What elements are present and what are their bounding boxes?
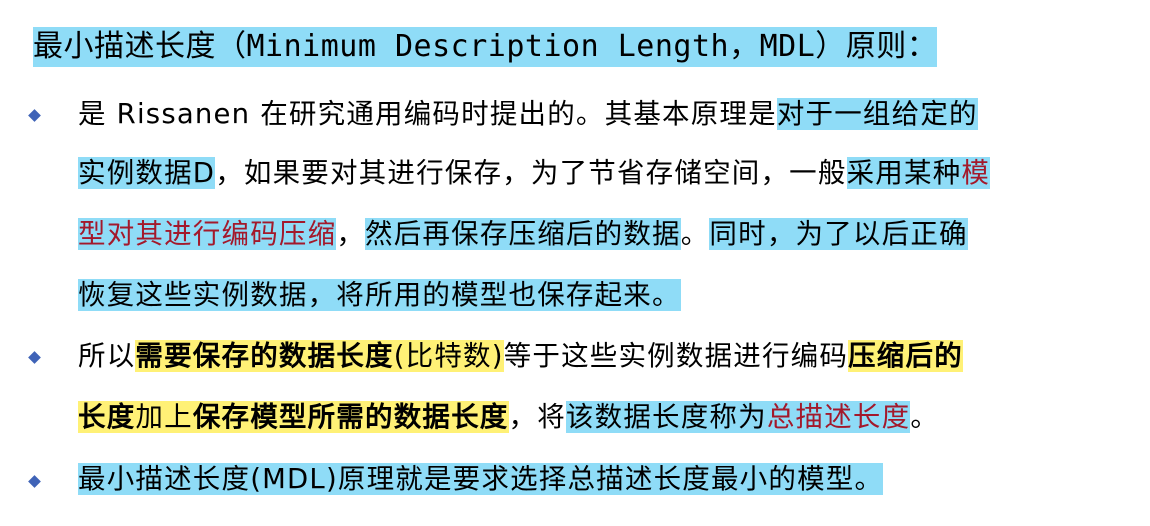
highlight-cyan: 最小描述长度(MDL)原理就是要求选择总描述长度最小的模型。 bbox=[78, 463, 884, 495]
bullet1-line2: 实例数据D，如果要对其进行保存，为了节省存储空间，一般采用某种模 bbox=[78, 155, 991, 191]
highlight-cyan-red: 模 bbox=[961, 157, 991, 189]
bullet-diamond-icon bbox=[28, 351, 41, 364]
highlight-yellow: 需要保存的数据长度 bbox=[135, 340, 394, 372]
text-span: ，将 bbox=[508, 401, 566, 433]
bullet2-line2: 长度加上保存模型所需的数据长度，将该数据长度称为总描述长度。 bbox=[78, 399, 939, 435]
title-part-3: ）原则： bbox=[815, 29, 938, 64]
bullet-diamond-icon bbox=[28, 109, 41, 122]
bullet1-line3: 型对其进行编码压缩，然后再保存压缩后的数据。同时，为了以后正确 bbox=[78, 216, 968, 252]
text-span: 。 bbox=[680, 218, 710, 250]
highlight-cyan: 恢复这些实例数据，将所用的模型也保存起来。 bbox=[78, 279, 681, 311]
bullet1-line1: 是 Rissanen 在研究通用编码时提出的。其基本原理是对于一组给定的 bbox=[78, 96, 978, 132]
text-span: 是 Rissanen 在研究通用编码时提出的。其基本原理是 bbox=[78, 98, 777, 130]
highlight-cyan: 然后再保存压缩后的数据 bbox=[365, 218, 681, 250]
highlight-yellow: 长度 bbox=[78, 401, 136, 433]
highlight-yellow: (比特数) bbox=[393, 340, 504, 372]
highlight-cyan-red: 型对其进行编码压缩 bbox=[78, 218, 337, 250]
highlight-yellow: 压缩后的 bbox=[848, 340, 963, 372]
text-span: 。 bbox=[910, 401, 940, 433]
text-span: ，如果要对其进行保存，为了节省存储空间，一般 bbox=[215, 157, 847, 189]
text-span: 等于这些实例数据进行编码 bbox=[503, 340, 849, 372]
highlight-yellow: 保存模型所需的数据长度 bbox=[192, 401, 509, 433]
highlight-yellow: 加上 bbox=[135, 401, 193, 433]
highlight-cyan: 该数据长度称为 bbox=[565, 401, 767, 433]
text-span: ， bbox=[336, 218, 366, 250]
bullet1-line4: 恢复这些实例数据，将所用的模型也保存起来。 bbox=[78, 277, 681, 313]
bullet2-line1: 所以需要保存的数据长度(比特数)等于这些实例数据进行编码压缩后的 bbox=[78, 338, 963, 374]
slide: 最小描述长度（Minimum Description Length，MDL）原则… bbox=[0, 0, 1150, 526]
slide-title: 最小描述长度（Minimum Description Length，MDL）原则… bbox=[33, 27, 938, 67]
text-span: 所以 bbox=[78, 340, 136, 372]
bullet3-line1: 最小描述长度(MDL)原理就是要求选择总描述长度最小的模型。 bbox=[78, 461, 884, 497]
highlight-cyan: 对于一组给定的 bbox=[776, 98, 978, 130]
highlight-cyan-red: 总描述长度 bbox=[766, 401, 911, 433]
highlight-cyan: 实例数据D bbox=[78, 157, 216, 189]
highlight-cyan: 同时，为了以后正确 bbox=[709, 218, 968, 250]
title-part-2: Minimum Description Length，MDL bbox=[246, 29, 816, 64]
highlight-cyan: 采用某种 bbox=[846, 157, 962, 189]
title-part-1: 最小描述长度（ bbox=[33, 29, 247, 64]
bullet-diamond-icon bbox=[28, 475, 41, 488]
